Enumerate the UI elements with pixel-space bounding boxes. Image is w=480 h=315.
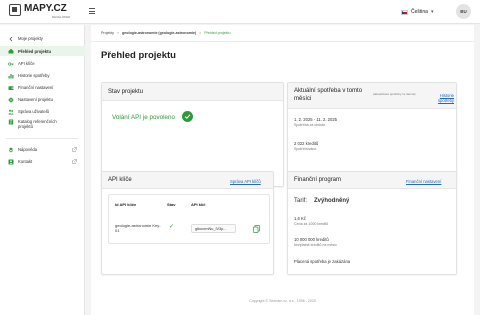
- sidebar-item-label: Finanční nastavení: [18, 85, 54, 90]
- price-caption: Cena za 1000 kreditů: [294, 222, 329, 226]
- consumption-note: (aktualizace spotřeby 1x denně): [373, 92, 416, 96]
- sidebar-item-label: Správa uživatelů: [18, 109, 49, 114]
- finance-settings-link[interactable]: Finanční nastavení: [406, 179, 441, 184]
- sidebar-item-label: Katalog referenčních projektů: [18, 119, 57, 129]
- sidebar-back-label: Moje projekty: [18, 36, 43, 41]
- sidebar: Moje projekty Přehled projektu API klíče…: [0, 25, 85, 315]
- copy-icon[interactable]: [253, 225, 260, 233]
- sidebar-item-help[interactable]: Nápověda: [0, 145, 85, 154]
- wallet-icon: [8, 85, 14, 91]
- manage-api-keys-link[interactable]: Správa API klíčů: [230, 179, 261, 184]
- external-link-icon: [72, 147, 77, 152]
- language-label: Čeština: [411, 9, 428, 15]
- sidebar-item-finance[interactable]: Finanční nastavení: [0, 83, 85, 92]
- sidebar-item-label: Kontakt: [18, 159, 33, 164]
- sidebar-item-label: Nápověda: [18, 147, 38, 152]
- consumption-credits: 2 022 kreditů: [294, 141, 319, 146]
- sidebar-item-users[interactable]: Správa uživatelů: [0, 107, 85, 116]
- sidebar-item-label: Přehled projektu: [18, 48, 52, 54]
- logo-text: MAPY.CZ: [24, 3, 67, 14]
- check-icon: ✓: [169, 224, 175, 230]
- external-link-icon: [72, 159, 77, 164]
- card-header: API klíče Správa API klíčů: [102, 172, 273, 189]
- czech-flag-icon: [401, 9, 408, 15]
- main-content: Projekty > geologie-astronomie (geologie…: [91, 25, 474, 315]
- avatar[interactable]: BU: [456, 4, 471, 19]
- sidebar-item-api-keys[interactable]: API klíče: [0, 59, 85, 68]
- paid-consumption-note: Placená spotřeba je zakázána: [294, 259, 351, 264]
- consumption-credits-caption: Spotřebováno: [294, 147, 317, 151]
- catalog-icon: [8, 119, 14, 125]
- card-title: Stav projektu: [108, 89, 144, 95]
- key-icon: [8, 61, 14, 67]
- finance-card: Finanční program Finanční nastavení Tari…: [287, 171, 457, 275]
- breadcrumb-separator-icon: >: [199, 31, 202, 35]
- sidebar-item-settings[interactable]: Nastavení projektu: [0, 95, 85, 104]
- menu-icon[interactable]: [89, 8, 95, 14]
- language-selector[interactable]: Čeština ▾: [401, 6, 433, 18]
- free-credits-value: 10 000 000 kreditů: [294, 237, 329, 242]
- column-header: Id API klíče: [115, 202, 137, 207]
- sidebar-item-overview[interactable]: Přehled projektu: [0, 46, 85, 56]
- price-value: 1,6 Kč: [294, 216, 306, 221]
- consumption-period-caption: Spotřeba za období: [294, 123, 326, 127]
- card-header: Stav projektu: [102, 83, 283, 101]
- users-icon: [8, 109, 14, 115]
- api-key-id: geologie-astronomie Key-01: [115, 223, 161, 233]
- sidebar-divider: [6, 138, 78, 139]
- tariff-label: Tarif:: [294, 198, 308, 204]
- tariff-value: Zvýhodněný: [314, 198, 350, 204]
- sidebar-item-label: Historie spotřeby: [18, 73, 50, 78]
- consumption-period: 1. 2. 2025 - 11. 2. 2025: [294, 117, 337, 122]
- breadcrumb-current: Přehled projektu: [204, 31, 231, 35]
- card-title: API klíče: [108, 177, 132, 183]
- check-circle-icon: [182, 111, 193, 122]
- breadcrumb-divider: [91, 41, 474, 42]
- breadcrumb-projects[interactable]: Projekty: [101, 31, 114, 35]
- top-bar: MAPY.CZ DEVELOPER Čeština ▾ BU: [0, 0, 480, 24]
- api-status-text: Volání API je povoleno: [112, 114, 176, 121]
- home-icon: [8, 48, 14, 54]
- sidebar-item-label: API klíče: [18, 61, 35, 66]
- free-credits-caption: bezplatně kreditů na měsíc: [294, 243, 337, 247]
- sidebar-item-label: Nastavení projektu: [18, 97, 53, 102]
- page-title: Přehled projektu: [101, 50, 176, 61]
- help-icon: [8, 147, 14, 153]
- column-header: API klíč: [191, 202, 206, 207]
- contact-icon: [8, 159, 14, 165]
- card-header: Finanční program Finanční nastavení: [288, 172, 456, 189]
- logo-subtitle: DEVELOPER: [52, 15, 71, 19]
- api-keys-table: Id API klíče Stav API klíč geologie-astr…: [108, 194, 270, 244]
- mapy-logo[interactable]: MAPY.CZ DEVELOPER: [9, 3, 79, 21]
- breadcrumb-separator-icon: >: [116, 31, 120, 35]
- card-title: Finanční program: [294, 177, 342, 183]
- sidebar-back-link[interactable]: Moje projekty: [0, 34, 85, 43]
- sidebar-item-catalog[interactable]: Katalog referenčních projektů: [0, 118, 85, 132]
- api-key-value[interactable]: gtkuxrmNu_IV3p...: [191, 224, 236, 233]
- history-link[interactable]: Historie spotřeby: [429, 93, 454, 103]
- chevron-left-icon: [8, 36, 14, 42]
- footer-copyright: Copyright © Seznam.cz, a.s., 1996 - 2025: [249, 299, 316, 303]
- chevron-down-icon: ▾: [430, 9, 434, 15]
- api-keys-card: API klíče Správa API klíčů Id API klíče …: [101, 171, 274, 275]
- card-title: Aktuální spotřeba v tomto měsíci: [294, 88, 363, 102]
- breadcrumb-project[interactable]: geologie-astronomie (geologie-astronomie…: [122, 31, 196, 35]
- gear-icon: [8, 96, 14, 103]
- sidebar-item-history[interactable]: Historie spotřeby: [0, 71, 85, 80]
- logo-mark-icon: [9, 4, 21, 16]
- card-header: Aktuální spotřeba v tomto měsíci (aktual…: [288, 83, 456, 109]
- sidebar-item-contact[interactable]: Kontakt: [0, 157, 85, 166]
- bar-chart-icon: [8, 73, 14, 79]
- breadcrumb: Projekty > geologie-astronomie (geologie…: [101, 31, 230, 35]
- column-header: Stav: [167, 202, 176, 207]
